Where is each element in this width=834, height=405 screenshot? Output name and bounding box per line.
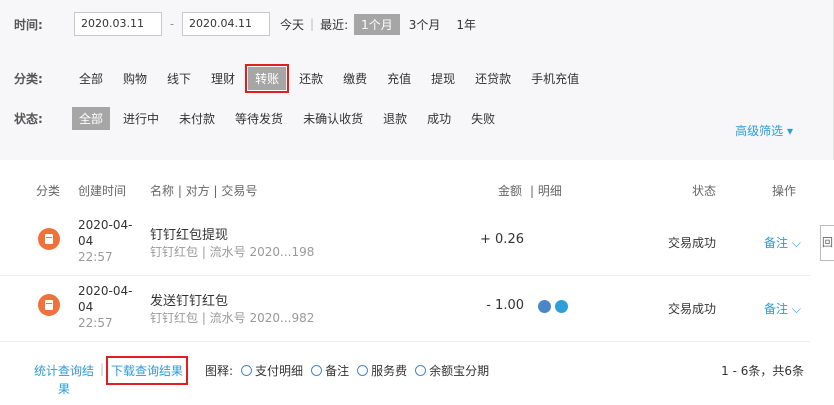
remark-dropdown[interactable]: 备注 ⌵ xyxy=(764,234,801,251)
transaction-amount: + 0.26 xyxy=(480,232,524,247)
transaction-status: 交易成功 xyxy=(668,236,717,250)
advanced-filter-link[interactable]: 高级筛选 ▾ xyxy=(735,122,793,139)
service-fee-icon xyxy=(357,365,369,376)
header-name: 名称 | 对方 | 交易号 xyxy=(150,184,258,198)
header-status: 状态 xyxy=(692,184,717,198)
created-date: 2020-04- 04 22:57 xyxy=(78,217,132,265)
status-awaiting-shipment[interactable]: 等待发货 xyxy=(228,107,290,130)
table-row: 2020-04- 04 22:57 发送钉钉红包 钉钉红包 | 流水号 2020… xyxy=(0,278,810,342)
type-withdraw[interactable]: 提现 xyxy=(424,67,462,90)
header-category: 分类 xyxy=(36,184,61,198)
status-label: 状态: xyxy=(14,111,43,126)
legend-text: 服务费 xyxy=(371,364,408,378)
installment-icon xyxy=(415,365,427,376)
status-in-progress[interactable]: 进行中 xyxy=(116,107,166,130)
transaction-name[interactable]: 钉钉红包提现 xyxy=(150,224,228,243)
date-line: 04 xyxy=(78,234,94,248)
date-separator: - xyxy=(169,17,175,31)
status-all[interactable]: 全部 xyxy=(72,106,111,130)
transaction-amount: - 1.00 xyxy=(486,298,524,313)
detail-icons xyxy=(538,300,568,313)
type-finance[interactable]: 理财 xyxy=(204,67,242,90)
today-link[interactable]: 今天 xyxy=(280,16,304,33)
table-row: 2020-04- 04 22:57 钉钉红包提现 钉钉红包 | 流水号 2020… xyxy=(0,212,810,276)
stats-query-link[interactable]: 统计查询结果 xyxy=(30,362,98,398)
header-created: 创建时间 xyxy=(78,184,127,198)
status-unpaid[interactable]: 未付款 xyxy=(172,107,222,130)
header-detail: | 明细 xyxy=(530,184,562,198)
side-tab[interactable]: 回 xyxy=(820,225,834,261)
transaction-status: 交易成功 xyxy=(668,302,717,316)
remark-dropdown[interactable]: 备注 ⌵ xyxy=(764,300,801,317)
status-filter-row: 状态: 全部 进行中 未付款 等待发货 未确认收货 退款 成功 失败 xyxy=(14,106,508,130)
range-1-month[interactable]: 1个月 xyxy=(354,13,400,35)
legend-service-fee: 服务费 xyxy=(357,362,407,379)
range-3-months[interactable]: 3个月 xyxy=(402,14,448,35)
download-results-button[interactable]: 下载查询结果 xyxy=(105,356,189,385)
remark-icon xyxy=(311,365,323,376)
date-to-input[interactable]: 2020.04.11 xyxy=(182,12,270,36)
transaction-name[interactable]: 发送钉钉红包 xyxy=(150,290,228,309)
filter-panel: 时间: 2020.03.11 - 2020.04.11 今天 | 最近: 1个月… xyxy=(0,0,834,160)
footer-divider: | xyxy=(100,362,105,376)
created-date: 2020-04- 04 22:57 xyxy=(78,283,132,331)
legend-yuebao-installment: 余额宝分期 xyxy=(415,362,489,379)
type-all[interactable]: 全部 xyxy=(72,67,110,90)
type-offline[interactable]: 线下 xyxy=(160,67,198,90)
status-failed[interactable]: 失败 xyxy=(464,107,502,130)
header-action: 操作 xyxy=(772,184,797,198)
transaction-sub: 钉钉红包 | 流水号 2020...198 xyxy=(150,245,315,259)
date-line: 04 xyxy=(78,300,94,314)
status-success[interactable]: 成功 xyxy=(420,107,458,130)
type-mobile-topup[interactable]: 手机充值 xyxy=(524,67,586,90)
header-amount: 金额 xyxy=(498,184,523,198)
time-line: 22:57 xyxy=(78,316,113,330)
recent-label: 最近: xyxy=(320,17,349,32)
type-topup[interactable]: 充值 xyxy=(380,67,418,90)
divider: | xyxy=(310,17,315,31)
type-bills[interactable]: 缴费 xyxy=(336,67,374,90)
type-shopping[interactable]: 购物 xyxy=(116,67,154,90)
range-1-year[interactable]: 1年 xyxy=(449,14,483,35)
payment-detail-icon xyxy=(241,365,253,376)
type-transfer[interactable]: 转账 xyxy=(245,63,290,93)
date-from-input[interactable]: 2020.03.11 xyxy=(74,12,162,36)
type-label: 分类: xyxy=(14,71,43,86)
date-line: 2020-04- xyxy=(78,284,133,298)
legend-text: 支付明细 xyxy=(255,364,304,378)
red-envelope-icon xyxy=(38,294,60,316)
status-refund[interactable]: 退款 xyxy=(376,107,414,130)
time-line: 22:57 xyxy=(78,250,113,264)
table-header: 分类 创建时间 名称 | 对方 | 交易号 金额 | 明细 状态 操作 xyxy=(0,176,834,202)
type-filter-row: 分类: 全部 购物 线下 理财 转账 还款 缴费 充值 提现 还贷款 手机充值 xyxy=(14,63,592,93)
legend-label: 图释: xyxy=(205,364,234,378)
legend-text: 备注 xyxy=(325,364,350,378)
type-loan-repay[interactable]: 还贷款 xyxy=(468,67,518,90)
transaction-sub: 钉钉红包 | 流水号 2020...982 xyxy=(150,311,315,325)
date-line: 2020-04- xyxy=(78,218,133,232)
pagination-info: 1 - 6条，共6条 xyxy=(721,364,804,378)
legend-payment-detail: 支付明细 xyxy=(241,362,303,379)
legend-text: 余额宝分期 xyxy=(429,364,490,378)
footer: 统计查询结果 | 下载查询结果 图释: 支付明细 备注 服务费 余额宝分期 1 … xyxy=(0,350,834,400)
payment-detail-icon[interactable] xyxy=(538,300,551,313)
status-unconfirmed-receipt[interactable]: 未确认收货 xyxy=(296,107,370,130)
time-label: 时间: xyxy=(14,17,43,32)
legend: 图释: 支付明细 备注 服务费 余额宝分期 xyxy=(205,362,489,379)
date-filter-row: 时间: 2020.03.11 - 2020.04.11 今天 | 最近: 1个月… xyxy=(14,11,485,37)
service-fee-icon[interactable] xyxy=(555,300,568,313)
legend-remark: 备注 xyxy=(311,362,349,379)
type-repayment[interactable]: 还款 xyxy=(292,67,330,90)
red-envelope-icon xyxy=(38,228,60,250)
